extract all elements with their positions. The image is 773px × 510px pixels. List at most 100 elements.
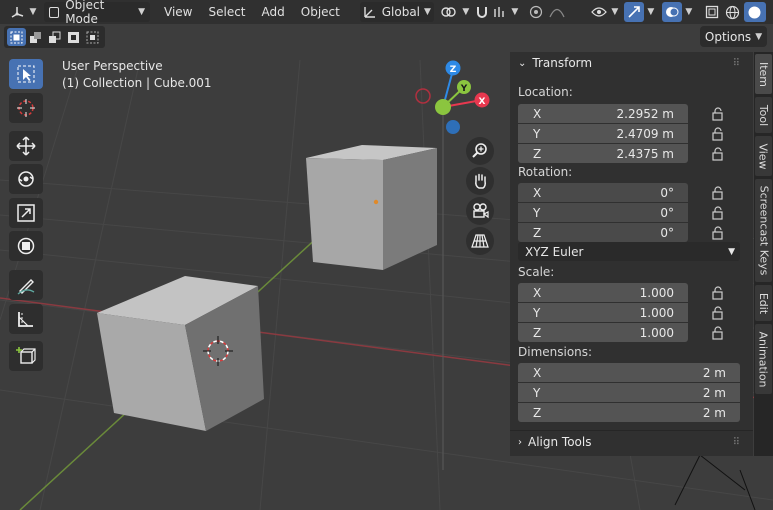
lock-scale-z-icon[interactable] — [711, 326, 725, 340]
overlays-dropdown[interactable]: ▼ — [682, 2, 696, 22]
transform-tool[interactable] — [9, 231, 43, 261]
drag-handle-icon[interactable]: ⠿ — [733, 58, 741, 69]
add-cube-tool[interactable] — [9, 341, 43, 371]
snap-target-dropdown[interactable]: ▼ — [492, 2, 520, 22]
tab-screencast-keys[interactable]: Screencast Keys — [755, 179, 772, 282]
gizmo-z-label: Z — [450, 65, 457, 75]
lock-scale-y-icon[interactable] — [711, 306, 725, 320]
cube-object[interactable] — [306, 145, 437, 270]
axis-label: Y — [533, 305, 541, 320]
tab-label: View — [757, 142, 771, 170]
gizmo-toggle[interactable] — [623, 2, 644, 22]
menu-select[interactable]: Select — [200, 2, 253, 22]
lock-rotation-y-icon[interactable] — [711, 206, 725, 220]
cursor-tool[interactable] — [9, 93, 43, 123]
drag-handle-icon[interactable]: ⠿ — [733, 437, 741, 448]
move-tool[interactable] — [9, 131, 43, 161]
rotation-x-field[interactable]: X 0° — [518, 183, 688, 202]
rotation-mode-dropdown[interactable]: XYZ Euler ▼ — [518, 242, 740, 261]
add-cube-icon — [16, 347, 36, 364]
proportional-editing-toggle[interactable] — [526, 2, 546, 22]
gizmo-y-label: Y — [460, 84, 468, 94]
location-x-field[interactable]: X 2.2952 m — [518, 104, 688, 123]
shading-wireframe-button[interactable] — [722, 2, 744, 22]
scale-z-field[interactable]: Z 1.000 — [518, 323, 688, 342]
tab-item[interactable]: Item — [755, 54, 772, 94]
annotate-tool[interactable] — [9, 270, 43, 300]
dimensions-y-field[interactable]: Y 2 m — [518, 383, 740, 402]
location-y-field[interactable]: Y 2.4709 m — [518, 124, 688, 143]
lock-rotation-x-icon[interactable] — [711, 186, 725, 200]
lock-scale-x-icon[interactable] — [711, 286, 725, 300]
chevron-down-icon: ▼ — [29, 7, 37, 17]
eye-icon — [591, 7, 608, 17]
dimensions-z-field[interactable]: Z 2 m — [518, 403, 740, 422]
visibility-dropdown[interactable]: ▼ — [590, 2, 620, 22]
tab-label: Item — [757, 61, 771, 87]
options-dropdown[interactable]: Options ▼ — [700, 26, 767, 47]
lock-rotation-z-icon[interactable] — [711, 226, 725, 240]
perspective-grid-icon — [471, 234, 489, 248]
chevron-down-icon: ▼ — [424, 7, 431, 17]
field-value: 2.4375 m — [616, 146, 675, 161]
rotation-y-field[interactable]: Y 0° — [518, 203, 688, 222]
pan-button[interactable] — [466, 167, 494, 195]
editor-type-icon — [11, 7, 23, 18]
tab-tool[interactable]: Tool — [755, 97, 772, 133]
transform-icon — [17, 237, 35, 255]
menu-view[interactable]: View — [156, 2, 200, 22]
shading-solid-button[interactable] — [743, 2, 766, 22]
lock-location-z-icon[interactable] — [711, 147, 725, 161]
scale-y-field[interactable]: Y 1.000 — [518, 303, 688, 322]
camera-view-button[interactable] — [466, 197, 494, 225]
measure-tool[interactable] — [9, 304, 43, 334]
lock-location-x-icon[interactable] — [711, 107, 725, 121]
dimensions-x-field[interactable]: X 2 m — [518, 363, 740, 382]
select-intersect-button[interactable] — [83, 28, 102, 46]
mode-dropdown[interactable]: Object Mode ▼ — [44, 0, 150, 26]
location-z-field[interactable]: Z 2.4375 m — [518, 144, 688, 163]
overlays-toggle[interactable] — [661, 2, 682, 22]
chevron-right-icon: › — [518, 436, 522, 448]
options-label: Options — [704, 29, 752, 44]
cursor-icon — [17, 99, 35, 117]
hand-icon — [475, 173, 486, 189]
falloff-curve-icon — [549, 8, 565, 18]
transform-orientation-dropdown[interactable]: Global ▼ — [359, 2, 434, 22]
axis-label: Z — [533, 146, 542, 161]
falloff-dropdown[interactable] — [546, 2, 568, 22]
perspective-toggle-button[interactable] — [466, 227, 494, 255]
scale-tool[interactable] — [9, 198, 43, 228]
transform-panel-header[interactable]: ⌄ Transform ⠿ — [510, 52, 753, 74]
menu-add[interactable]: Add — [254, 2, 293, 22]
editor-type-dropdown[interactable]: ▼ — [6, 2, 40, 22]
field-value: 2 m — [702, 365, 726, 380]
lock-location-y-icon[interactable] — [711, 127, 725, 141]
menu-object[interactable]: Object — [293, 2, 348, 22]
snap-toggle[interactable] — [472, 2, 492, 22]
zoom-button[interactable] — [466, 137, 494, 165]
chevron-down-icon: ▼ — [462, 7, 470, 17]
tab-view[interactable]: View — [755, 136, 772, 176]
axis-label: Y — [533, 385, 541, 400]
pivot-point-dropdown[interactable]: ▼ — [440, 2, 470, 22]
select-invert-button[interactable] — [64, 28, 83, 46]
select-box-tool[interactable] — [9, 59, 43, 89]
tab-animation[interactable]: Animation — [755, 324, 772, 394]
select-extend-button[interactable] — [26, 28, 45, 46]
align-tools-panel-header[interactable]: › Align Tools ⠿ — [510, 431, 753, 453]
gizmo-dropdown[interactable]: ▼ — [644, 2, 658, 22]
rotation-z-field[interactable]: Z 0° — [518, 223, 688, 242]
select-subtract-button[interactable] — [45, 28, 64, 46]
camera-icon — [473, 203, 489, 219]
tab-edit[interactable]: Edit — [755, 285, 772, 321]
orientation-label: Global — [381, 5, 421, 19]
tab-label: Edit — [757, 292, 770, 314]
xray-toggle[interactable] — [702, 2, 722, 22]
scale-x-field[interactable]: X 1.000 — [518, 283, 688, 302]
select-new-button[interactable] — [7, 28, 26, 46]
chevron-down-icon: ▼ — [755, 31, 763, 42]
rotate-tool[interactable] — [9, 164, 43, 194]
axis-label: X — [533, 285, 542, 300]
axis-label: Y — [533, 126, 541, 141]
